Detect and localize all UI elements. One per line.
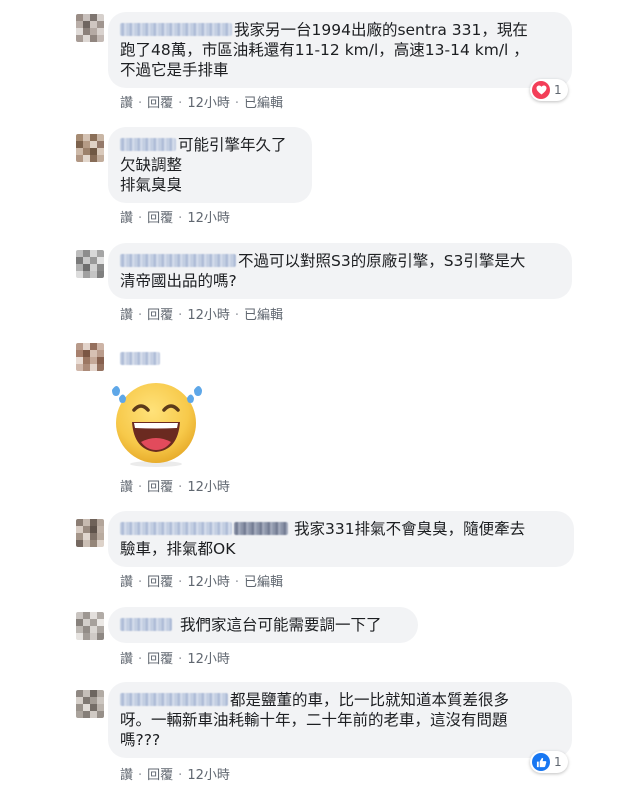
like-link[interactable]: 讚 (120, 480, 133, 495)
timestamp[interactable]: 12小時 (187, 480, 230, 495)
reply-link[interactable]: 回覆 (147, 768, 173, 783)
comment-text-line: 驗車，排氣都OK (120, 540, 236, 558)
comment-actions: 讚 · 回覆 · 12小時 · 已編輯 (120, 575, 284, 590)
commenter-name-blurred[interactable] (120, 23, 232, 36)
comment-text-line: 欠缺調整 (120, 156, 183, 174)
commenter-name-blurred[interactable] (120, 618, 172, 631)
comment-bubble: 我家另一台1994出廠的sentra 331，現在 跑了48萬，市區油耗還有11… (108, 12, 572, 88)
reaction-count: 1 (554, 83, 562, 97)
timestamp[interactable]: 12小時 (187, 575, 230, 590)
comment-actions: 讚 · 回覆 · 12小時 (120, 211, 230, 226)
like-link[interactable]: 讚 (120, 652, 133, 667)
avatar[interactable] (76, 612, 104, 640)
commenter-name-blurred[interactable] (120, 693, 228, 706)
like-link[interactable]: 讚 (120, 96, 133, 111)
comment-actions: 讚 · 回覆 · 12小時 · 已編輯 (120, 308, 284, 323)
comment-bubble: 我們家這台可能需要調一下了 (108, 607, 418, 643)
avatar[interactable] (76, 134, 104, 162)
comment-text-line: 嗎??? (120, 731, 161, 749)
tagged-name-blurred[interactable] (234, 522, 288, 535)
comment-text-line: 不過可以對照S3的原廠引擎，S3引擎是大 (238, 252, 526, 270)
comment-bubble: 我家331排氣不會臭臭，隨便牽去 驗車，排氣都OK (108, 511, 574, 567)
avatar[interactable] (76, 519, 104, 547)
timestamp[interactable]: 12小時 (187, 768, 230, 783)
commenter-name-blurred[interactable] (120, 352, 160, 365)
thumbs-up-icon (532, 753, 550, 771)
edited-label[interactable]: 已編輯 (244, 308, 283, 323)
avatar[interactable] (76, 343, 104, 371)
reply-link[interactable]: 回覆 (147, 211, 173, 226)
reply-link[interactable]: 回覆 (147, 652, 173, 667)
comment-actions: 讚 · 回覆 · 12小時 (120, 768, 230, 783)
comment-text-line: 我家另一台1994出廠的sentra 331，現在 (234, 21, 528, 39)
love-icon (532, 81, 550, 99)
reply-link[interactable]: 回覆 (147, 96, 173, 111)
reply-link[interactable]: 回覆 (147, 308, 173, 323)
timestamp[interactable]: 12小時 (187, 652, 230, 667)
comment-actions: 讚 · 回覆 · 12小時 · 已編輯 (120, 96, 284, 111)
timestamp[interactable]: 12小時 (187, 96, 230, 111)
comment-text-line: 我家331排氣不會臭臭，隨便牽去 (294, 520, 526, 538)
comment-text-line: 都是鹽董的車，比一比就知道本質差很多 (230, 691, 510, 709)
comment-text-line: 排氣臭臭 (120, 176, 183, 194)
like-link[interactable]: 讚 (120, 575, 133, 590)
edited-label[interactable]: 已編輯 (244, 575, 283, 590)
comment-bubble: 可能引擎年久了 欠缺調整 排氣臭臭 (108, 127, 312, 203)
commenter-name-blurred[interactable] (120, 522, 232, 535)
comment-actions: 讚 · 回覆 · 12小時 (120, 480, 230, 495)
comment-actions: 讚 · 回覆 · 12小時 (120, 652, 230, 667)
reaction-count: 1 (554, 755, 562, 769)
like-link[interactable]: 讚 (120, 308, 133, 323)
comment-text-line: 不過它是手排車 (120, 61, 229, 79)
reply-link[interactable]: 回覆 (147, 575, 173, 590)
edited-label[interactable]: 已編輯 (244, 96, 283, 111)
laughing-tears-emoji (112, 383, 202, 467)
reply-link[interactable]: 回覆 (147, 480, 173, 495)
comment-text-line: 可能引擎年久了 (178, 136, 287, 154)
comment-text-line: 清帝國出品的嗎? (120, 272, 237, 290)
like-link[interactable]: 讚 (120, 768, 133, 783)
avatar[interactable] (76, 690, 104, 718)
comment-bubble: 都是鹽董的車，比一比就知道本質差很多 呀。一輛新車油耗輸十年，二十年前的老車，這… (108, 682, 572, 758)
avatar[interactable] (76, 14, 104, 42)
timestamp[interactable]: 12小時 (187, 308, 230, 323)
comment-text-line: 我們家這台可能需要調一下了 (180, 616, 382, 634)
timestamp[interactable]: 12小時 (187, 211, 230, 226)
reaction-badge[interactable]: 1 (530, 79, 568, 101)
comment-text-line: 呀。一輛新車油耗輸十年，二十年前的老車，這沒有問題 (120, 711, 508, 729)
comment-text-line: 跑了48萬，市區油耗還有11-12 km/l，高速13-14 km/l ， (120, 41, 529, 59)
like-link[interactable]: 讚 (120, 211, 133, 226)
commenter-name-blurred[interactable] (120, 254, 236, 267)
reaction-badge[interactable]: 1 (530, 751, 568, 773)
avatar[interactable] (76, 250, 104, 278)
comment-bubble: 不過可以對照S3的原廠引擎，S3引擎是大 清帝國出品的嗎? (108, 243, 572, 299)
commenter-name-blurred[interactable] (120, 138, 176, 151)
